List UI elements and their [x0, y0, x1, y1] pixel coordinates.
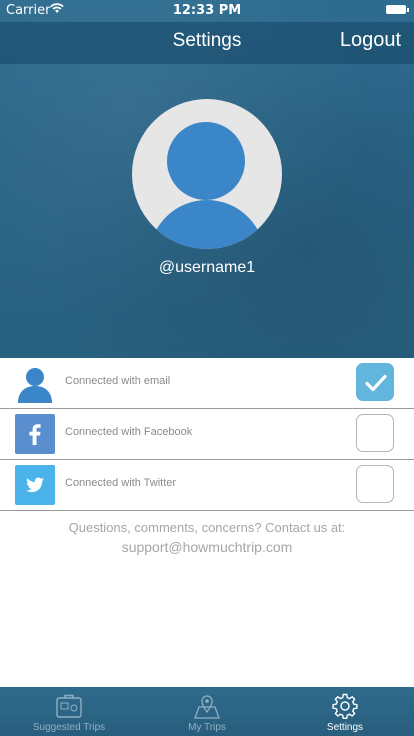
tab-bar: Suggested Trips My Trips Settings — [0, 687, 414, 736]
email-checkbox[interactable] — [356, 363, 394, 401]
status-bar: Carrier 12:33 PM — [0, 0, 414, 22]
connection-list: Connected with email Connected with Face… — [0, 358, 414, 511]
tab-label: Settings — [326, 722, 364, 733]
contact-info: Questions, comments, concerns? Contact u… — [0, 520, 414, 555]
connection-label: Connected with Facebook — [65, 426, 193, 438]
avatar-body — [149, 200, 265, 249]
connection-label: Connected with Twitter — [65, 477, 177, 489]
twitter-icon — [15, 465, 55, 505]
username-label: @username1 — [158, 259, 256, 276]
support-email-link[interactable]: support@howmuchtrip.com — [0, 539, 414, 555]
connection-row-email[interactable]: Connected with email — [0, 358, 414, 409]
checkmark-icon — [365, 374, 387, 392]
navigation-bar: Settings Logout — [0, 22, 414, 64]
battery-icon — [386, 5, 409, 14]
facebook-icon — [15, 414, 55, 454]
logout-button[interactable]: Logout — [340, 29, 401, 52]
avatar-head — [167, 122, 245, 200]
contact-question: Questions, comments, concerns? Contact u… — [68, 520, 346, 535]
twitter-checkbox[interactable] — [356, 465, 394, 503]
connection-label: Connected with email — [65, 375, 171, 387]
avatar[interactable] — [132, 99, 282, 249]
tab-label: My Trips — [188, 722, 226, 733]
connection-row-facebook[interactable]: Connected with Facebook — [0, 409, 414, 460]
suitcase-icon — [54, 692, 84, 720]
user-icon — [15, 363, 55, 403]
tab-label: Suggested Trips — [32, 722, 106, 733]
profile-header: Carrier 12:33 PM Settings Logout @userna… — [0, 0, 414, 358]
map-pin-icon — [192, 692, 222, 720]
connection-row-twitter[interactable]: Connected with Twitter — [0, 460, 414, 511]
tab-my-trips[interactable]: My Trips — [138, 687, 276, 736]
clock: 12:33 PM — [172, 3, 242, 18]
facebook-checkbox[interactable] — [356, 414, 394, 452]
tab-suggested-trips[interactable]: Suggested Trips — [0, 687, 138, 736]
gear-icon — [330, 692, 360, 720]
tab-settings[interactable]: Settings — [276, 687, 414, 736]
